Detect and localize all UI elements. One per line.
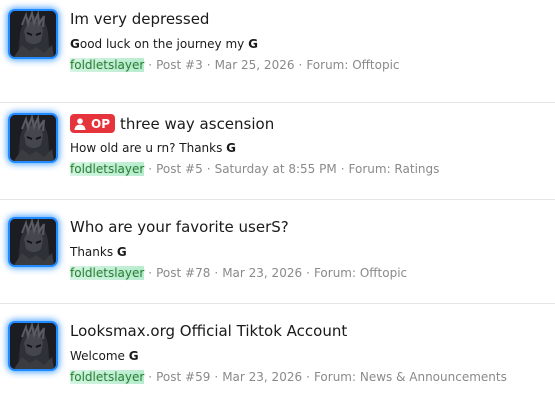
post-snippet: Good luck on the journey my G — [70, 37, 258, 51]
username-link[interactable]: foldletslayer — [70, 266, 145, 280]
snippet-text: Welcome — [70, 349, 129, 363]
thread-title-text[interactable]: Who are your favorite userS? — [70, 218, 289, 236]
thread-title[interactable]: OP three way ascension — [70, 114, 274, 133]
separator: · — [306, 266, 310, 280]
thread-title[interactable]: Im very depressed — [70, 10, 209, 28]
thread-title[interactable]: Who are your favorite userS? — [70, 218, 289, 236]
result-item: OP three way ascension How old are u rn?… — [0, 96, 555, 200]
op-badge: OP — [70, 114, 115, 133]
separator: · — [214, 370, 219, 384]
post-snippet: How old are u rn? Thanks G — [70, 141, 236, 155]
avatar-image — [10, 11, 56, 57]
forum-link[interactable]: Forum: Ratings — [349, 162, 440, 176]
avatar[interactable] — [10, 219, 56, 265]
avatar-image — [10, 323, 56, 369]
snippet-bold-g: G — [226, 141, 237, 155]
separator: · — [148, 370, 153, 384]
snippet-text: ood luck on the journey my — [79, 37, 249, 51]
username-link[interactable]: foldletslayer — [70, 58, 145, 72]
post-date: Mar 23, 2026 — [222, 370, 303, 384]
separator: · — [148, 58, 153, 72]
thread-title[interactable]: Looksmax.org Official Tiktok Account — [70, 322, 347, 340]
post-snippet: Welcome G — [70, 349, 139, 363]
separator: · — [340, 162, 345, 176]
separator: · — [148, 266, 153, 280]
avatar[interactable] — [10, 115, 56, 161]
separator: · — [298, 58, 303, 72]
avatar[interactable] — [10, 11, 56, 57]
search-results-list: Im very depressed Good luck on the journ… — [0, 0, 555, 408]
separator: · — [206, 58, 211, 72]
post-number: Post #5 — [156, 162, 203, 176]
post-snippet: Thanks G — [70, 245, 127, 259]
post-number: Post #3 — [156, 58, 203, 72]
result-item: Im very depressed Good luck on the journ… — [0, 0, 555, 103]
avatar-image — [10, 115, 56, 161]
forum-link[interactable]: Forum: Offtopic — [314, 266, 407, 280]
snippet-bold-g: G — [116, 245, 127, 259]
username-link[interactable]: foldletslayer — [70, 162, 145, 176]
post-meta: foldletslayer · Post #3 · Mar 25, 2026 · Forum… — [70, 58, 400, 72]
result-item: Looksmax.org Official Tiktok Account Wel… — [0, 304, 555, 408]
forum-link[interactable]: Forum: Offtopic — [306, 58, 399, 72]
thread-title-text[interactable]: Im very depressed — [70, 10, 209, 28]
post-number: Post #59 — [156, 370, 211, 384]
avatar-image — [10, 219, 56, 265]
forum-link[interactable]: Forum: News & Announcements — [314, 370, 507, 384]
snippet-bold-g: G — [248, 37, 258, 51]
avatar[interactable] — [10, 323, 56, 369]
op-badge-label: OP — [91, 116, 110, 131]
snippet-bold-g: G — [128, 349, 139, 363]
post-date: Mar 25, 2026 — [214, 58, 295, 72]
separator: · — [206, 162, 211, 176]
snippet-text: How old are u rn? Thanks — [70, 141, 227, 155]
snippet-text: Thanks — [70, 245, 117, 259]
separator: · — [214, 266, 219, 280]
user-icon — [74, 117, 86, 130]
post-meta: foldletslayer · Post #59 · Mar 23, 2026 · Foru… — [70, 370, 507, 384]
thread-title-text[interactable]: three way ascension — [120, 115, 274, 133]
post-meta: foldletslayer · Post #78 · Mar 23, 2026 · Foru… — [70, 266, 407, 280]
snippet-bold-g: G — [70, 37, 80, 51]
post-date: Mar 23, 2026 — [222, 266, 303, 280]
post-number: Post #78 — [156, 266, 211, 280]
post-date: Saturday at 8:55 PM — [214, 162, 337, 176]
result-item: Who are your favorite userS? Thanks G fo… — [0, 200, 555, 304]
thread-title-text[interactable]: Looksmax.org Official Tiktok Account — [70, 322, 347, 340]
post-meta: foldletslayer · Post #5 · Saturday at 8:55 P… — [70, 162, 439, 176]
separator: · — [148, 162, 153, 176]
separator: · — [306, 370, 310, 384]
username-link[interactable]: foldletslayer — [70, 370, 145, 384]
